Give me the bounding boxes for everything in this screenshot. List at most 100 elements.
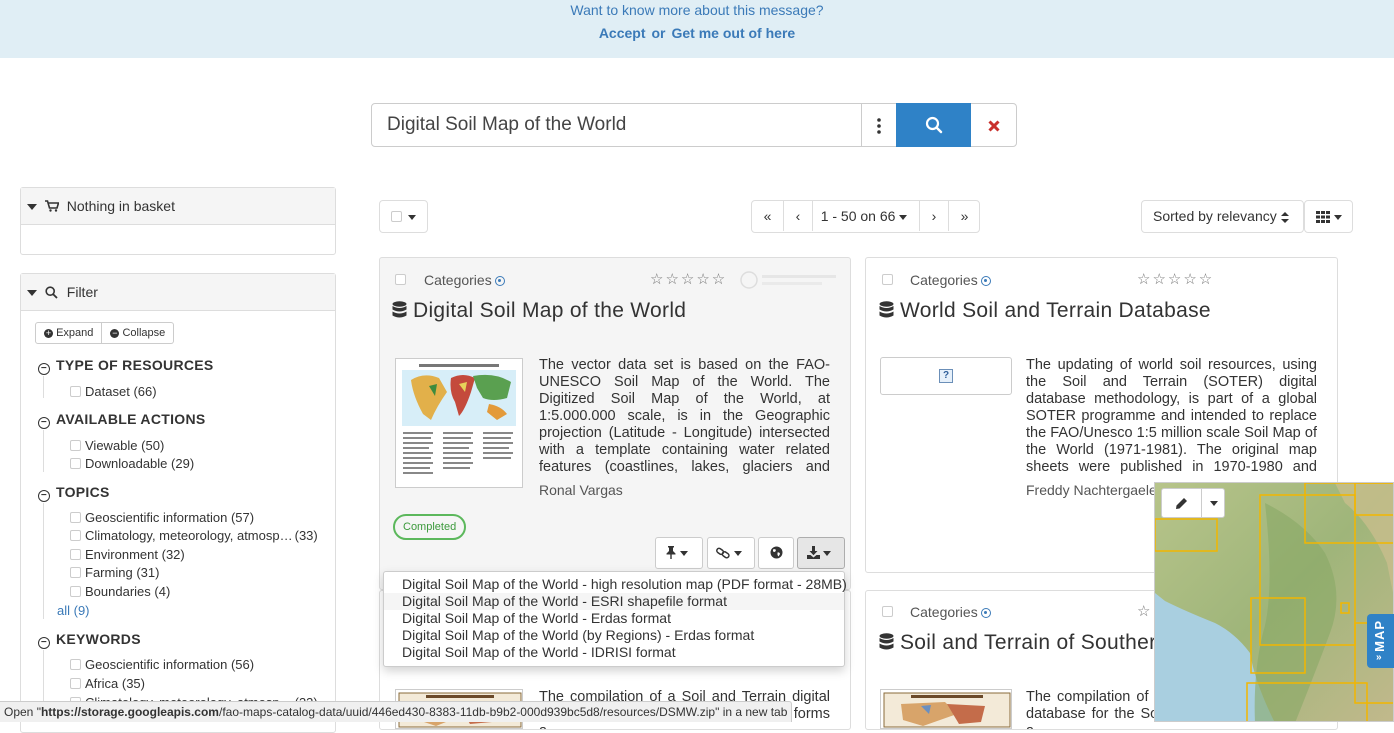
minus-circle-icon: − bbox=[110, 328, 120, 338]
categories-label: Categories bbox=[424, 272, 492, 288]
clear-search-button[interactable] bbox=[971, 104, 1017, 146]
facet-item-environment[interactable]: Environment (32) bbox=[70, 547, 185, 562]
view-on-map-button[interactable] bbox=[758, 537, 794, 569]
prev-page-button[interactable]: ‹ bbox=[784, 201, 813, 231]
download-item[interactable]: Digital Soil Map of the World - ESRI sha… bbox=[384, 593, 844, 610]
facet-item-label: Geoscientific information bbox=[85, 510, 228, 525]
filter-header[interactable]: Filter bbox=[21, 274, 335, 311]
facet-available-actions[interactable]: − AVAILABLE ACTIONS bbox=[38, 411, 206, 429]
record-thumbnail-placeholder[interactable]: ? bbox=[880, 357, 1012, 395]
rating-stars[interactable]: ☆☆☆☆☆ bbox=[650, 270, 727, 288]
record-title[interactable]: World Soil and Terrain Database bbox=[879, 299, 1211, 323]
facet-item-count: (50) bbox=[141, 438, 165, 453]
record-thumbnail[interactable] bbox=[880, 689, 1012, 729]
facet-item-label: Climatology, meteorology, atmosp… bbox=[85, 528, 291, 543]
record-abstract: The updating of world soil resources, us… bbox=[1026, 357, 1317, 477]
record-select-checkbox[interactable] bbox=[395, 274, 406, 285]
basket-icon bbox=[44, 200, 60, 212]
record-title-text: Digital Soil Map of the World bbox=[413, 299, 687, 322]
caret-down-icon[interactable] bbox=[1210, 501, 1218, 506]
select-all-checkbox[interactable] bbox=[391, 211, 402, 222]
collapse-label: Collapse bbox=[122, 327, 166, 339]
first-page-button[interactable]: « bbox=[752, 201, 784, 231]
record-select-checkbox[interactable] bbox=[882, 274, 893, 285]
collapse-button[interactable]: − Collapse bbox=[102, 322, 175, 344]
checkbox[interactable] bbox=[70, 678, 81, 689]
download-item[interactable]: Digital Soil Map of the World - Erdas fo… bbox=[384, 610, 844, 627]
opt-out-link[interactable]: Get me out of here bbox=[672, 25, 796, 41]
basket-header[interactable]: Nothing in basket bbox=[21, 188, 335, 225]
record-categories: Categories bbox=[910, 272, 991, 288]
checkbox[interactable] bbox=[70, 440, 81, 451]
next-page-button[interactable]: › bbox=[920, 201, 949, 231]
facet-item-farming[interactable]: Farming (31) bbox=[70, 565, 159, 580]
record-thumbnail[interactable] bbox=[395, 358, 523, 488]
facet-item-count: (4) bbox=[154, 584, 171, 599]
facet-item-geoscientific[interactable]: Geoscientific information (57) bbox=[70, 510, 254, 525]
expand-button[interactable]: + Expand bbox=[35, 322, 103, 344]
facet-item-viewable[interactable]: Viewable (50) bbox=[70, 438, 164, 453]
facet-divider bbox=[43, 503, 44, 619]
map-draw-tool[interactable] bbox=[1161, 488, 1225, 518]
download-item[interactable]: Digital Soil Map of the World (by Region… bbox=[384, 627, 844, 644]
record-select-checkbox[interactable] bbox=[882, 606, 893, 617]
layout-toggle-dropdown[interactable] bbox=[1304, 200, 1353, 233]
links-button[interactable] bbox=[707, 537, 755, 569]
last-page-button[interactable]: » bbox=[949, 201, 980, 231]
search-button[interactable] bbox=[896, 103, 971, 147]
facet-topics[interactable]: − TOPICS bbox=[38, 484, 110, 502]
facet-keywords[interactable]: − KEYWORDS bbox=[38, 631, 141, 649]
checkbox[interactable] bbox=[70, 386, 81, 397]
search-options-button[interactable] bbox=[861, 104, 896, 146]
page-range-dropdown[interactable]: 1 - 50 on 66 bbox=[813, 201, 920, 231]
caret-down-icon bbox=[27, 204, 37, 211]
pin-button[interactable] bbox=[655, 537, 703, 569]
topics-all-link[interactable]: all (9) bbox=[57, 603, 90, 618]
facet-item-label: Farming bbox=[85, 565, 133, 580]
facet-item-boundaries[interactable]: Boundaries (4) bbox=[70, 584, 170, 599]
checkbox[interactable] bbox=[70, 530, 81, 541]
checkbox[interactable] bbox=[70, 549, 81, 560]
collapse-facet-icon: − bbox=[38, 417, 50, 429]
more-info-link[interactable]: Want to know more about this message? bbox=[570, 2, 823, 18]
facet-item-climatology[interactable]: Climatology, meteorology, atmosp… (33) bbox=[70, 528, 318, 543]
checkbox[interactable] bbox=[70, 512, 81, 523]
sort-select[interactable]: Sorted by relevancy bbox=[1141, 200, 1304, 233]
checkbox[interactable] bbox=[70, 586, 81, 597]
facet-item-dataset[interactable]: Dataset (66) bbox=[70, 384, 157, 399]
download-button[interactable] bbox=[797, 537, 845, 569]
record-categories: Categories bbox=[910, 604, 991, 620]
accept-link[interactable]: Accept bbox=[599, 25, 646, 41]
facet-item-keyword-geoscientific[interactable]: Geoscientific information (56) bbox=[70, 657, 254, 672]
select-all-dropdown[interactable] bbox=[379, 200, 428, 233]
rating-stars[interactable]: ☆ bbox=[1137, 602, 1152, 620]
map-preview[interactable] bbox=[1154, 482, 1394, 722]
record-title[interactable]: Digital Soil Map of the World bbox=[392, 299, 686, 323]
checkbox[interactable] bbox=[70, 458, 81, 469]
facet-title: AVAILABLE ACTIONS bbox=[56, 411, 206, 427]
facet-item-count: (57) bbox=[230, 510, 255, 525]
status-path: /fao-maps-catalog-data/uuid/446ed430-838… bbox=[218, 705, 716, 719]
pagination: « ‹ 1 - 50 on 66 › » bbox=[751, 200, 980, 233]
search-input[interactable] bbox=[372, 104, 861, 146]
facet-item-keyword-africa[interactable]: Africa (35) bbox=[70, 676, 145, 691]
link-icon bbox=[716, 547, 731, 559]
sort-label: Sorted by relevancy bbox=[1153, 208, 1277, 224]
download-item[interactable]: Digital Soil Map of the World - high res… bbox=[384, 576, 847, 593]
facet-title: TOPICS bbox=[56, 484, 110, 500]
rating-stars[interactable]: ☆☆☆☆☆ bbox=[1137, 270, 1214, 288]
map-toggle-tab[interactable]: MAP » bbox=[1367, 614, 1394, 668]
facet-item-downloadable[interactable]: Downloadable (29) bbox=[70, 456, 194, 471]
checkbox[interactable] bbox=[70, 567, 81, 578]
double-chevron-icon: » bbox=[1376, 652, 1382, 663]
record-author[interactable]: Ronal Vargas bbox=[539, 482, 623, 498]
facet-type-of-resources[interactable]: − TYPE OF RESOURCES bbox=[38, 357, 214, 375]
checkbox[interactable] bbox=[70, 659, 81, 670]
database-icon bbox=[879, 633, 894, 650]
grid-icon bbox=[1316, 211, 1330, 223]
download-item[interactable]: Digital Soil Map of the World - IDRISI f… bbox=[384, 644, 844, 661]
browser-status-bar: Open "https://storage.googleapis.com/fao… bbox=[0, 701, 793, 722]
basket-label: Nothing in basket bbox=[66, 198, 175, 214]
record-author[interactable]: Freddy Nachtergaele bbox=[1026, 482, 1157, 498]
pencil-button[interactable] bbox=[1162, 489, 1202, 517]
